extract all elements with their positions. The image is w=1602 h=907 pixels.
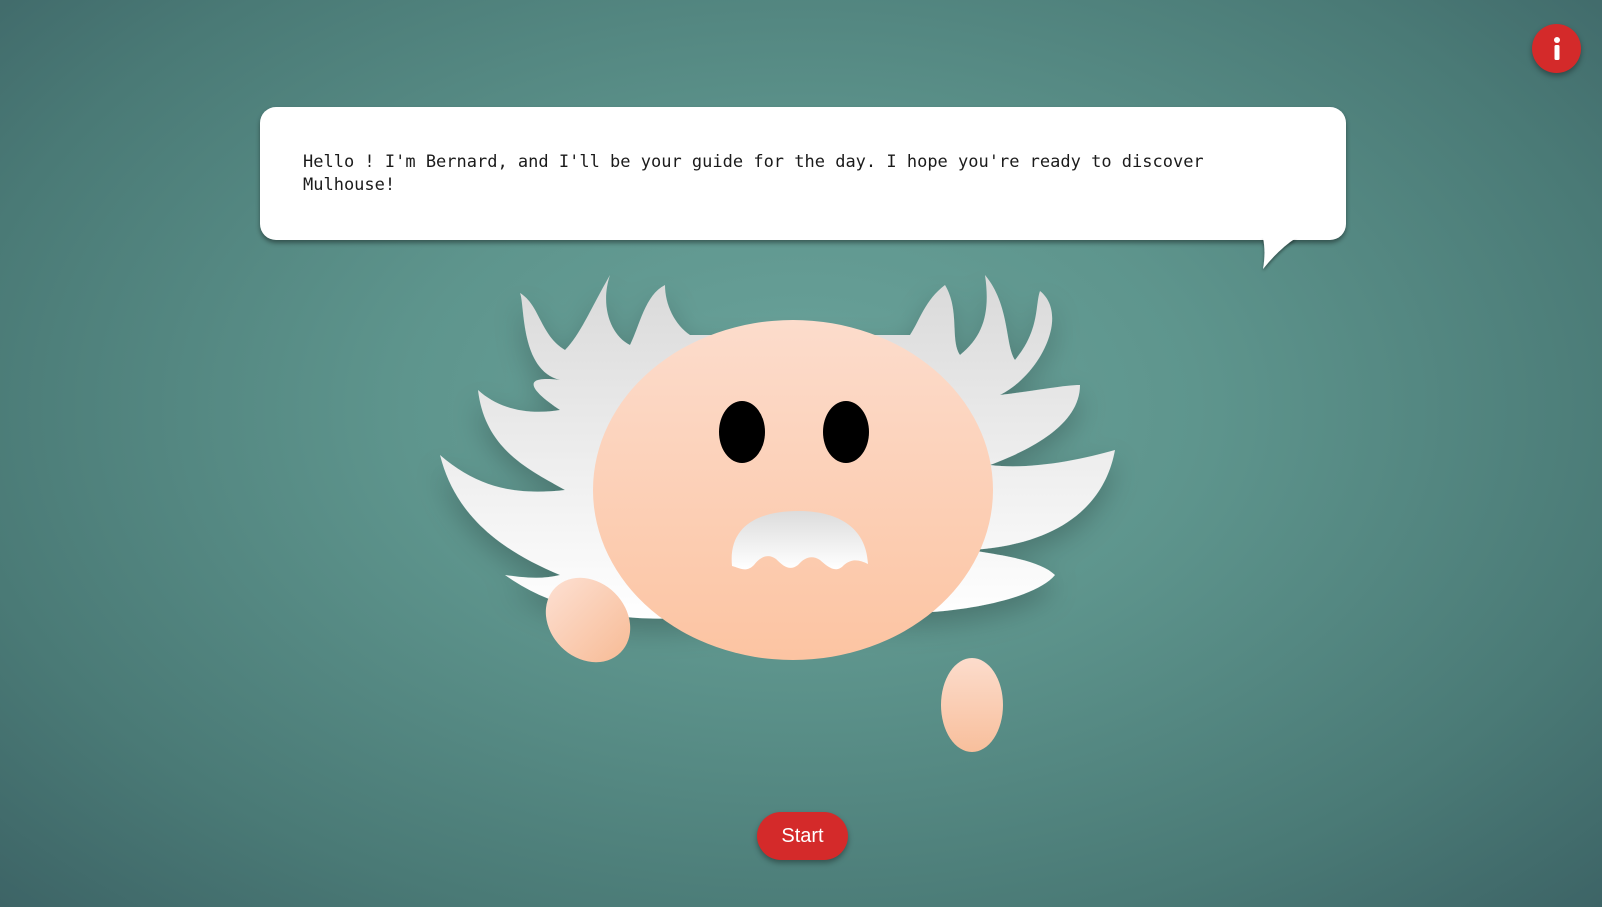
speech-bubble-text: Hello ! I'm Bernard, and I'll be your gu… — [303, 152, 1204, 195]
right-eye — [823, 401, 869, 463]
bernard-character — [440, 275, 1140, 755]
left-eye — [719, 401, 765, 463]
speech-bubble-tail — [1263, 238, 1296, 269]
info-button[interactable] — [1532, 24, 1581, 73]
face — [593, 320, 993, 660]
right-hand — [941, 658, 1003, 752]
start-button[interactable]: Start — [757, 812, 848, 860]
speech-bubble: Hello ! I'm Bernard, and I'll be your gu… — [260, 107, 1346, 240]
info-icon — [1553, 36, 1560, 60]
